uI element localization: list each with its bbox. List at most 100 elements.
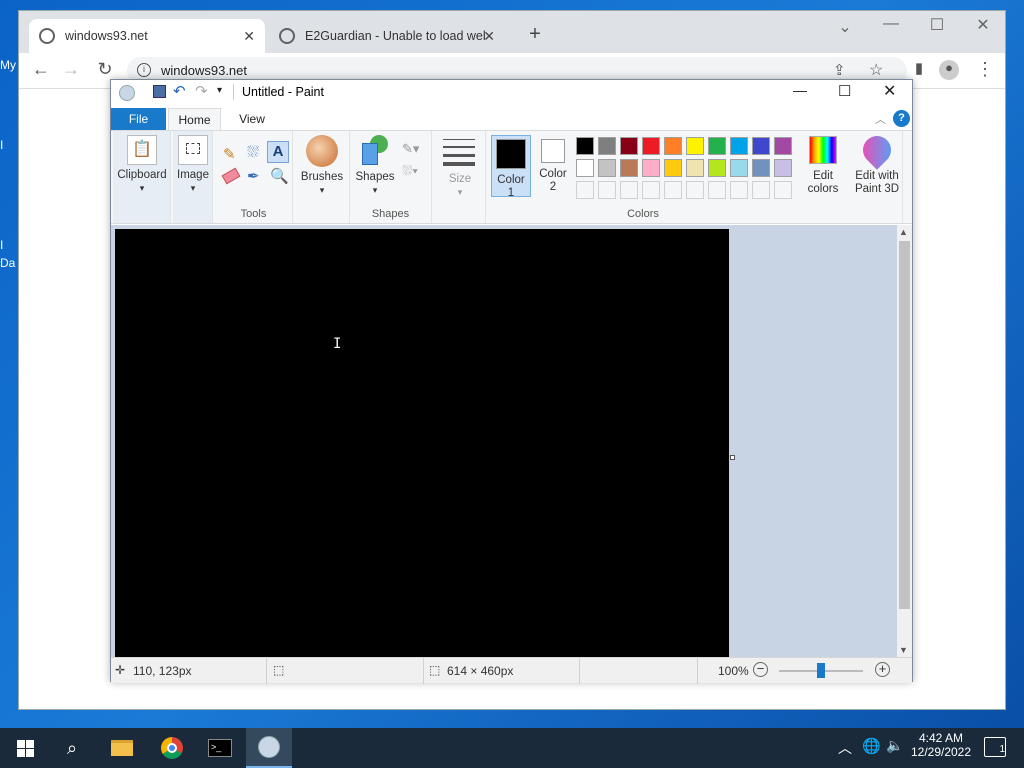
save-icon[interactable] <box>153 85 166 98</box>
palette-swatch[interactable] <box>686 181 704 199</box>
side-panel-icon[interactable]: ▮ <box>907 59 931 77</box>
tab-view[interactable]: View <box>225 108 279 130</box>
show-hidden-icons[interactable]: ︿ <box>838 738 852 758</box>
drawing-canvas[interactable] <box>115 229 729 657</box>
undo-icon[interactable]: ↶ <box>173 82 186 100</box>
file-explorer-icon[interactable] <box>99 728 145 768</box>
customize-qat-icon[interactable]: ▾ <box>217 85 222 96</box>
network-icon[interactable]: 🌐 <box>862 737 881 755</box>
scroll-thumb[interactable] <box>899 241 910 609</box>
collapse-ribbon-icon[interactable]: ︿ <box>875 111 886 127</box>
scroll-up-icon[interactable]: ▲ <box>899 227 908 237</box>
search-icon[interactable]: ⌕ <box>49 728 95 768</box>
palette-swatch[interactable] <box>620 159 638 177</box>
close-icon[interactable]: ✕ <box>963 15 1003 35</box>
menu-icon[interactable]: ⋮ <box>973 59 997 80</box>
palette-swatch[interactable] <box>620 137 638 155</box>
paint-taskbar-icon[interactable] <box>246 728 292 768</box>
desktop-icon-label[interactable]: Da <box>0 256 18 270</box>
palette-swatch[interactable] <box>642 181 660 199</box>
palette-swatch[interactable] <box>620 181 638 199</box>
close-tab-icon[interactable]: ✕ <box>483 28 495 45</box>
shape-fill-icon[interactable]: ⛆▾ <box>402 163 418 179</box>
resize-handle[interactable] <box>730 455 735 460</box>
desktop-icon-label[interactable]: I <box>0 138 18 152</box>
text-icon[interactable]: A <box>267 141 289 163</box>
palette-swatch[interactable] <box>686 159 704 177</box>
palette-swatch[interactable] <box>752 181 770 199</box>
fill-icon[interactable]: ⛆ <box>247 144 259 161</box>
magnifier-icon[interactable]: 🔍 <box>270 167 289 185</box>
palette-swatch[interactable] <box>774 181 792 199</box>
paint3d-button[interactable]: Edit with Paint 3D <box>847 130 907 196</box>
image-button[interactable]: Image ▾ <box>175 135 211 195</box>
palette-swatch[interactable] <box>598 181 616 199</box>
palette-swatch[interactable] <box>576 181 594 199</box>
palette-swatch[interactable] <box>730 181 748 199</box>
palette-swatch[interactable] <box>774 137 792 155</box>
palette-swatch[interactable] <box>730 159 748 177</box>
tab-windows93[interactable]: windows93.net ✕ <box>29 19 265 53</box>
desktop-icon-label[interactable]: I <box>0 238 18 252</box>
tab-e2guardian[interactable]: E2Guardian - Unable to load web ✕ <box>269 19 505 53</box>
palette-swatch[interactable] <box>642 137 660 155</box>
clock[interactable]: 4:42 AM 12/29/2022 <box>910 731 972 759</box>
palette-swatch[interactable] <box>664 159 682 177</box>
share-icon[interactable]: ⇪ <box>833 61 846 79</box>
forward-icon[interactable]: → <box>59 59 83 80</box>
chrome-icon[interactable] <box>149 728 195 768</box>
palette-swatch[interactable] <box>664 181 682 199</box>
edit-colors-button[interactable]: Edit colors <box>798 136 848 196</box>
palette-swatch[interactable] <box>576 159 594 177</box>
profile-icon[interactable]: ● <box>939 60 959 80</box>
palette-swatch[interactable] <box>642 159 660 177</box>
color2-button[interactable]: Color 2 <box>534 136 572 194</box>
palette-swatch[interactable] <box>708 181 726 199</box>
minimize-icon[interactable]: — <box>793 82 807 98</box>
palette-swatch[interactable] <box>774 159 792 177</box>
minimize-icon[interactable]: — <box>871 15 911 33</box>
outline-icon[interactable]: ✎▾ <box>402 141 419 157</box>
site-info-icon[interactable]: i <box>137 63 151 77</box>
paint-app-icon[interactable] <box>119 85 135 101</box>
start-button[interactable] <box>2 728 48 768</box>
notification-icon[interactable]: 1 <box>984 737 1006 757</box>
maximize-icon[interactable]: ☐ <box>838 82 851 100</box>
zoom-in-icon[interactable]: + <box>875 662 890 677</box>
zoom-slider-thumb[interactable] <box>817 663 825 678</box>
color1-button[interactable]: Color 1 <box>491 135 531 199</box>
maximize-icon[interactable]: ☐ <box>917 15 957 35</box>
tab-file[interactable]: File <box>111 108 166 130</box>
zoom-out-icon[interactable]: − <box>753 662 768 677</box>
brushes-button[interactable]: Brushes ▾ <box>297 135 347 197</box>
palette-swatch[interactable] <box>708 159 726 177</box>
help-icon[interactable]: ? <box>893 110 910 127</box>
shapes-button[interactable]: Shapes ▾ <box>352 135 398 197</box>
bookmark-star-icon[interactable]: ☆ <box>869 60 883 80</box>
size-button[interactable]: Size ▾ <box>440 137 480 199</box>
palette-swatch[interactable] <box>686 137 704 155</box>
palette-swatch[interactable] <box>598 137 616 155</box>
close-tab-icon[interactable]: ✕ <box>243 28 255 45</box>
palette-swatch[interactable] <box>752 159 770 177</box>
tab-home[interactable]: Home <box>168 108 221 130</box>
reload-icon[interactable]: ↻ <box>93 59 117 80</box>
desktop-icon-label[interactable]: My <box>0 58 18 72</box>
back-icon[interactable]: ← <box>29 59 53 80</box>
clipboard-button[interactable]: 📋 Clipboard ▾ <box>115 135 169 195</box>
terminal-icon[interactable]: >_ <box>197 728 243 768</box>
palette-swatch[interactable] <box>752 137 770 155</box>
scroll-down-icon[interactable]: ▼ <box>899 645 908 655</box>
pencil-icon[interactable]: ✎ <box>223 145 236 163</box>
palette-swatch[interactable] <box>576 137 594 155</box>
close-icon[interactable]: ✕ <box>883 81 896 101</box>
eraser-icon[interactable] <box>221 167 241 185</box>
palette-swatch[interactable] <box>664 137 682 155</box>
palette-swatch[interactable] <box>708 137 726 155</box>
color-picker-icon[interactable]: ✒ <box>247 167 260 185</box>
redo-icon[interactable]: ↷ <box>195 82 208 100</box>
palette-swatch[interactable] <box>730 137 748 155</box>
palette-swatch[interactable] <box>598 159 616 177</box>
new-tab-icon[interactable]: + <box>515 23 555 46</box>
vertical-scrollbar[interactable]: ▲ ▼ <box>897 225 912 657</box>
